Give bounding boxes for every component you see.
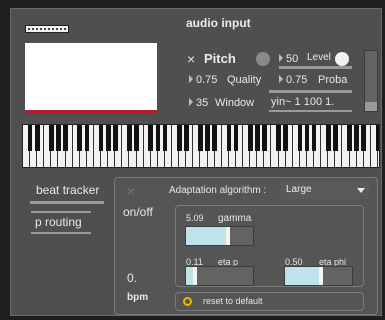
black-key[interactable] — [283, 125, 289, 151]
etaphi-slider-thumb[interactable] — [318, 267, 323, 285]
black-key[interactable] — [226, 125, 232, 151]
pitch-label: Pitch — [204, 51, 236, 66]
pitch-close-icon[interactable]: × — [187, 51, 195, 67]
vertical-slider-fill — [365, 102, 377, 111]
adapt-selected: Large — [286, 184, 312, 195]
gamma-slider-fill — [186, 227, 227, 245]
etaphi-slider-fill — [285, 267, 319, 285]
beat-tracker-title: beat tracker — [36, 183, 100, 197]
vertical-slider[interactable] — [364, 50, 378, 112]
black-key[interactable] — [247, 125, 253, 151]
black-key[interactable] — [105, 125, 111, 151]
reset-label[interactable]: reset to default — [203, 296, 263, 306]
black-key[interactable] — [297, 125, 303, 151]
black-key[interactable] — [333, 125, 338, 151]
black-key[interactable] — [56, 125, 61, 151]
adapt-dropdown[interactable]: Large — [281, 181, 369, 199]
beat-title-underline — [30, 201, 104, 204]
quality-numbox[interactable]: 0.75 — [189, 74, 217, 86]
level-underline — [279, 66, 352, 69]
black-key[interactable] — [311, 125, 317, 151]
onoff-label: on/off — [123, 205, 153, 219]
window-label: Window — [215, 97, 255, 109]
yin-object[interactable]: yin~ 1 100 1. — [271, 96, 334, 108]
pitch-toggle[interactable] — [256, 52, 270, 66]
gamma-value: 5.09 — [186, 213, 204, 223]
level-numbox[interactable]: 50 — [279, 53, 298, 65]
proba-value: 0.75 — [286, 74, 308, 86]
page-title: audio input — [186, 16, 251, 30]
black-key[interactable] — [375, 125, 379, 151]
proba-arrow-icon — [279, 75, 283, 83]
level-arrow-icon — [279, 54, 283, 62]
gamma-slider-thumb[interactable] — [226, 227, 231, 245]
proba-numbox[interactable]: 0.75 — [279, 74, 307, 86]
black-key[interactable] — [112, 125, 118, 151]
black-key[interactable] — [354, 125, 360, 151]
black-key[interactable] — [98, 125, 104, 151]
black-key[interactable] — [233, 125, 239, 151]
black-key[interactable] — [155, 125, 161, 151]
proba-label: Proba — [318, 74, 348, 86]
level-toggle[interactable] — [335, 52, 349, 66]
black-key[interactable] — [77, 125, 83, 151]
etap-slider-fill — [186, 267, 194, 285]
black-key[interactable] — [162, 125, 168, 151]
black-key[interactable] — [361, 125, 367, 151]
black-key[interactable] — [34, 125, 40, 151]
black-key[interactable] — [347, 125, 352, 151]
black-key[interactable] — [27, 125, 33, 151]
black-key[interactable] — [198, 125, 203, 151]
black-key[interactable] — [276, 125, 281, 151]
yin-object-border — [269, 110, 352, 112]
window-arrow-icon — [189, 98, 193, 106]
quality-underline — [269, 90, 352, 93]
black-key[interactable] — [176, 125, 182, 151]
black-key[interactable] — [325, 125, 331, 151]
quality-value: 0.75 — [196, 74, 218, 86]
black-key[interactable] — [49, 125, 54, 151]
black-key[interactable] — [84, 125, 90, 151]
beat-close-icon[interactable]: × — [127, 183, 135, 199]
bpm-label: bpm — [127, 292, 149, 303]
adapt-label: Adaptation algorithm : — [169, 185, 267, 196]
quality-arrow-icon — [189, 75, 193, 83]
gamma-label: gamma — [218, 213, 252, 224]
strip-toggle[interactable] — [25, 25, 69, 33]
routing-object[interactable]: p routing — [35, 215, 82, 229]
bpm-value: 0. — [127, 271, 138, 285]
etaphi-slider[interactable] — [284, 266, 353, 286]
signal-display — [25, 43, 157, 114]
black-key[interactable] — [304, 125, 310, 151]
black-key[interactable] — [63, 125, 68, 151]
piano-keyboard[interactable] — [22, 124, 380, 168]
signal-level-bar — [25, 110, 157, 114]
black-key[interactable] — [127, 125, 132, 151]
reset-led-icon[interactable] — [183, 297, 192, 306]
window-numbox[interactable]: 35 — [189, 97, 208, 109]
black-key[interactable] — [254, 125, 260, 151]
level-value: 50 — [286, 53, 299, 65]
gamma-slider[interactable] — [185, 226, 254, 246]
window-value: 35 — [196, 97, 209, 109]
black-key[interactable] — [148, 125, 154, 151]
black-key[interactable] — [262, 125, 267, 151]
routing-top-line — [31, 211, 91, 213]
quality-label: Quality — [227, 74, 262, 86]
black-key[interactable] — [183, 125, 189, 151]
black-key[interactable] — [212, 125, 218, 151]
etap-slider[interactable] — [185, 266, 254, 286]
routing-bottom-line — [31, 232, 91, 234]
level-label: Level — [307, 52, 331, 63]
black-key[interactable] — [134, 125, 139, 151]
etap-slider-thumb[interactable] — [193, 267, 198, 285]
chevron-down-icon — [357, 188, 365, 193]
black-key[interactable] — [205, 125, 210, 151]
